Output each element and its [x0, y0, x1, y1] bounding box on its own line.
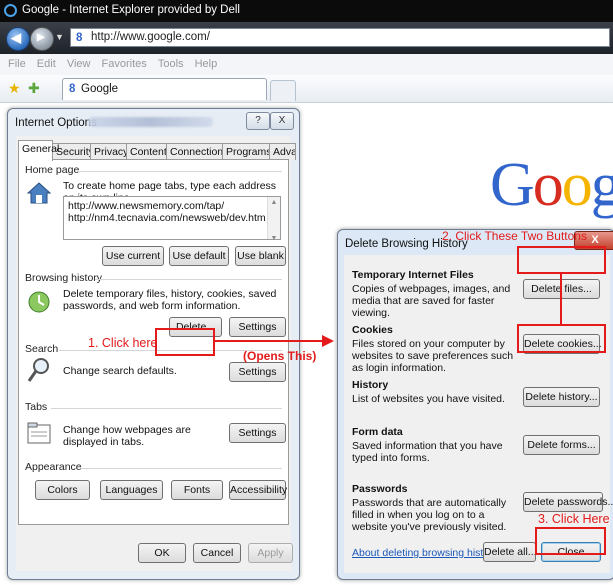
opens-annotation: (Opens This): [243, 349, 317, 363]
annotation-connectors: [215, 274, 562, 347]
tab-general[interactable]: General: [18, 140, 59, 161]
step3-annotation: 3. Click Here: [538, 512, 610, 526]
step2-annotation: 2. Click These Two Buttons: [442, 229, 587, 243]
step1-annotation: 1. Click here: [88, 336, 158, 350]
